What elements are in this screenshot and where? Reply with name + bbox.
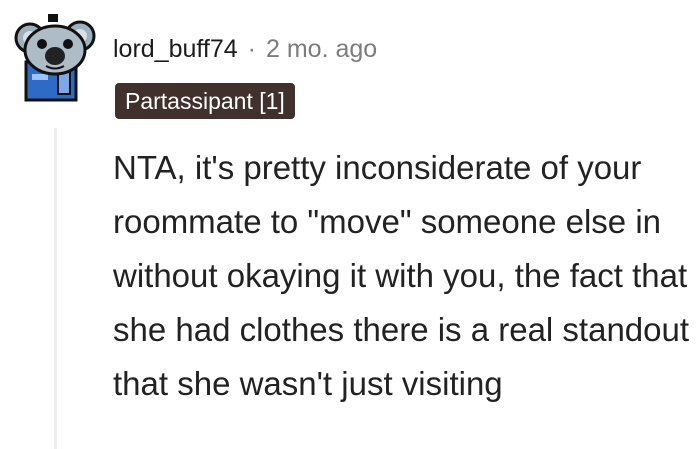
comment: lord_buff74 · 2 mo. ago Partassipant [1]… <box>0 0 700 449</box>
thread-line[interactable] <box>54 128 57 449</box>
meta-separator: · <box>247 34 256 63</box>
user-avatar[interactable] <box>14 10 100 102</box>
username-link[interactable]: lord_buff74 <box>113 35 238 64</box>
comment-body: NTA, it's pretty inconsiderate of your r… <box>113 149 690 402</box>
koala-snoo-avatar-icon <box>14 14 96 102</box>
timestamp-link[interactable]: 2 mo. ago <box>266 35 377 64</box>
comment-meta: lord_buff74 · 2 mo. ago <box>113 32 377 66</box>
user-flair: Partassipant [1] <box>115 83 295 119</box>
